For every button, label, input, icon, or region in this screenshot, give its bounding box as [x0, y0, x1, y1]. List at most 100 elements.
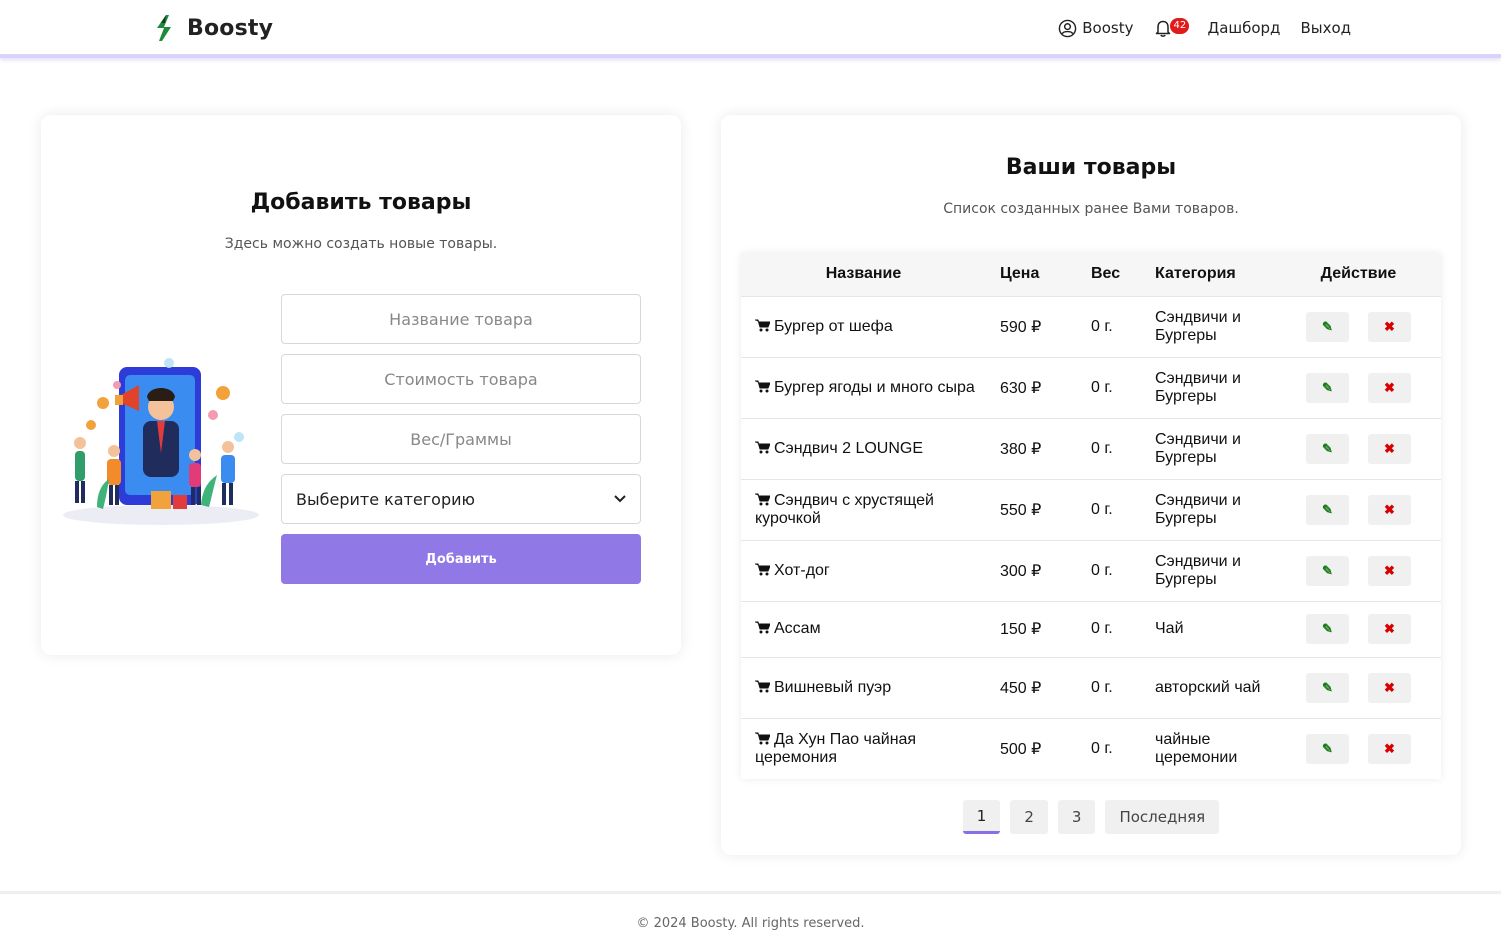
edit-button[interactable]: ✎: [1306, 614, 1349, 644]
table-row: Да Хун Пао чайная церемония 500 ₽ 0 г. чайн…: [741, 718, 1441, 779]
product-name: Бургер ягоды и много сыра: [774, 378, 975, 396]
logout-link[interactable]: Выход: [1300, 19, 1351, 37]
chevron-down-icon: [614, 495, 626, 503]
cell-price: 630 ₽: [1000, 379, 1042, 397]
footer: © 2024 Boosty. All rights reserved.: [0, 891, 1501, 949]
cell-weight: 0 г.: [1091, 678, 1113, 696]
column-header-price: Цена: [1000, 265, 1040, 283]
add-product-form: Выберите категорию Добавить: [281, 294, 641, 584]
cell-category: Сэндвичи и Бургеры: [1155, 552, 1241, 588]
cell-weight: 0 г.: [1091, 378, 1113, 396]
cell-actions: ✎ ✖: [1276, 296, 1441, 357]
cell-name: Вишневый пуэр: [741, 657, 986, 718]
product-name: Бургер от шефа: [774, 317, 893, 335]
profile-link[interactable]: Boosty: [1058, 19, 1133, 38]
brand-logo[interactable]: Boosty: [153, 14, 273, 42]
cell-category: Сэндвичи и Бургеры: [1155, 369, 1241, 405]
products-list-card: Ваши товары Список созданных ранее Вами …: [721, 115, 1461, 855]
delete-button[interactable]: ✖: [1368, 733, 1411, 764]
pencil-icon: ✎: [1322, 379, 1333, 395]
page-button-2[interactable]: 2: [1010, 800, 1048, 834]
delete-button[interactable]: ✖: [1368, 494, 1411, 525]
edit-button[interactable]: ✎: [1306, 555, 1349, 586]
cell-name: Сэндвич 2 LOUNGE: [741, 418, 986, 479]
delete-button[interactable]: ✖: [1368, 433, 1411, 464]
copyright-text: © 2024 Boosty. All rights reserved.: [636, 916, 865, 931]
x-icon: ✖: [1384, 562, 1395, 578]
cell-price: 450 ₽: [1000, 679, 1042, 697]
cell-price: 590 ₽: [1000, 318, 1042, 336]
x-icon: ✖: [1384, 621, 1395, 636]
cell-weight: 0 г.: [1091, 500, 1113, 518]
cell-actions: ✎ ✖: [1276, 479, 1441, 540]
x-icon: ✖: [1384, 440, 1395, 456]
column-header-name: Название: [825, 265, 902, 283]
category-select-value: Выберите категорию: [296, 489, 475, 509]
dashboard-link[interactable]: Дашборд: [1207, 19, 1280, 37]
cell-price: 300 ₽: [1000, 562, 1042, 580]
table-row: Ассам 150 ₽0 г. Чай ✎ ✖: [741, 601, 1441, 657]
pencil-icon: ✎: [1322, 740, 1333, 756]
cart-icon: [755, 319, 770, 331]
cell-actions: ✎ ✖: [1276, 357, 1441, 418]
page-button-3[interactable]: 3: [1057, 800, 1096, 834]
edit-button[interactable]: ✎: [1306, 733, 1349, 764]
cell-name: Бургер ягоды и много сыра: [741, 357, 986, 418]
cart-icon: [755, 441, 770, 453]
cell-weight: 0 г.: [1091, 620, 1113, 637]
cart-icon: [755, 493, 770, 505]
notifications-button[interactable]: 42: [1153, 17, 1190, 39]
category-select[interactable]: Выберите категорию: [281, 474, 641, 524]
table-row: Сэндвич 2 LOUNGE 380 ₽ 0 г. Сэндвичи и Бург…: [741, 418, 1441, 479]
page-button-last[interactable]: Последняя: [1105, 800, 1220, 834]
pencil-icon: ✎: [1322, 440, 1333, 456]
products-list-subtitle: Список созданных ранее Вами товаров.: [943, 201, 1239, 217]
page-button-1[interactable]: 1: [962, 800, 1001, 834]
marketing-illustration: [63, 358, 259, 525]
cell-price: 150 ₽: [1000, 621, 1042, 638]
table-row: Вишневый пуэр 450 ₽ 0 г. авторский чай ✎ ✖: [741, 657, 1441, 718]
cell-actions: ✎ ✖: [1276, 418, 1441, 479]
edit-button[interactable]: ✎: [1306, 494, 1349, 525]
x-icon: ✖: [1384, 679, 1395, 695]
product-name: Хот-дог: [774, 561, 830, 579]
edit-button[interactable]: ✎: [1306, 311, 1349, 342]
products-list-title: Ваши товары: [1005, 155, 1177, 180]
cell-price: 550 ₽: [1000, 501, 1042, 519]
delete-button[interactable]: ✖: [1368, 372, 1411, 403]
product-name-input[interactable]: [281, 294, 641, 344]
pencil-icon: ✎: [1322, 501, 1333, 517]
cell-name: Сэндвич с хрустящей курочкой: [741, 479, 986, 540]
edit-button[interactable]: ✎: [1306, 372, 1349, 403]
cell-category: чайные церемонии: [1155, 730, 1238, 766]
cart-icon: [755, 732, 770, 745]
cart-icon: [755, 380, 770, 392]
product-name: Ассам: [774, 620, 821, 637]
product-price-input[interactable]: [281, 354, 641, 404]
top-navbar: Boosty Boosty 42 Дашборд Выход: [0, 0, 1501, 58]
cell-name: Бургер от шефа: [741, 296, 986, 357]
product-weight-input[interactable]: [281, 414, 641, 464]
delete-button[interactable]: ✖: [1368, 614, 1411, 644]
edit-button[interactable]: ✎: [1306, 433, 1349, 464]
table-row: Хот-дог 300 ₽ 0 г. Сэндвичи и Бургеры ✎ ✖: [741, 540, 1441, 601]
x-icon: ✖: [1384, 501, 1395, 517]
add-product-button[interactable]: Добавить: [281, 534, 641, 584]
cell-weight: 0 г.: [1091, 439, 1113, 457]
cell-weight: 0 г.: [1091, 561, 1113, 579]
delete-button[interactable]: ✖: [1368, 555, 1411, 586]
delete-button[interactable]: ✖: [1368, 672, 1411, 703]
edit-button[interactable]: ✎: [1306, 672, 1349, 703]
product-name: Сэндвич с хрустящей курочкой: [755, 491, 934, 527]
delete-button[interactable]: ✖: [1368, 311, 1411, 342]
notification-count-badge: 42: [1170, 18, 1190, 34]
cell-category: Чай: [1155, 620, 1184, 637]
cell-category: авторский чай: [1155, 678, 1261, 696]
pencil-icon: ✎: [1322, 679, 1333, 695]
cell-name: Да Хун Пао чайная церемония: [741, 718, 986, 779]
cell-price: 380 ₽: [1000, 440, 1042, 458]
column-header-weight: Вес: [1091, 265, 1121, 283]
cell-actions: ✎ ✖: [1276, 601, 1441, 657]
brand-name: Boosty: [187, 15, 274, 41]
cell-category: Сэндвичи и Бургеры: [1155, 491, 1241, 527]
